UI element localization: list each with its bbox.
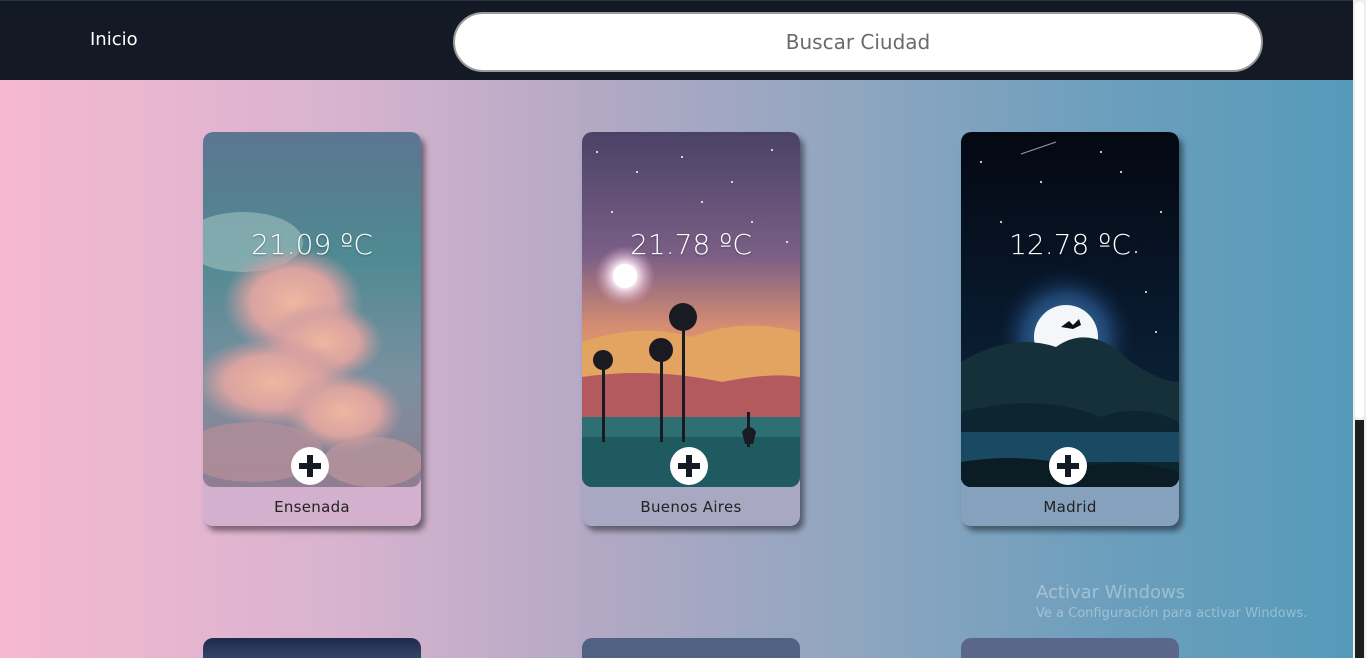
add-city-button[interactable] (291, 447, 329, 485)
top-navigation-bar: Inicio (0, 0, 1366, 80)
card-background-image (961, 132, 1179, 487)
weather-card-ensenada[interactable]: 21.09 ºC Ensenada (203, 132, 421, 526)
watermark-title: Activar Windows (1036, 582, 1186, 603)
temperature-value: 21.09 ºC (251, 228, 373, 261)
city-name: Buenos Aires (640, 498, 742, 516)
add-city-button[interactable] (1049, 447, 1087, 485)
weather-card-buenos-aires[interactable]: 21.78 ºC Buenos Aires (582, 132, 800, 526)
card-background-image (203, 132, 421, 487)
city-search-input[interactable] (453, 12, 1263, 72)
nav-home-link[interactable]: Inicio (90, 29, 138, 50)
scrollbar-thumb[interactable] (1355, 2, 1364, 418)
temperature-value: 12.78 ºC (1009, 228, 1131, 261)
watermark-subtitle: Ve a Configuración para activar Windows. (1036, 606, 1308, 621)
temperature-value: 21.78 ºC (630, 228, 752, 261)
card-background-image (582, 132, 800, 487)
add-city-button[interactable] (670, 447, 708, 485)
weather-card-madrid[interactable]: 12.78 ºC Madrid (961, 132, 1179, 526)
city-name: Ensenada (274, 498, 350, 516)
weather-card-partial[interactable] (203, 638, 421, 658)
city-name: Madrid (1043, 498, 1097, 516)
scrollbar-track-lower (1355, 420, 1364, 658)
weather-card-partial[interactable] (961, 638, 1179, 658)
vertical-scrollbar[interactable] (1353, 0, 1366, 658)
windows-activation-watermark: Activar Windows Ve a Configuración para … (1036, 582, 1307, 621)
weather-card-partial[interactable] (582, 638, 800, 658)
